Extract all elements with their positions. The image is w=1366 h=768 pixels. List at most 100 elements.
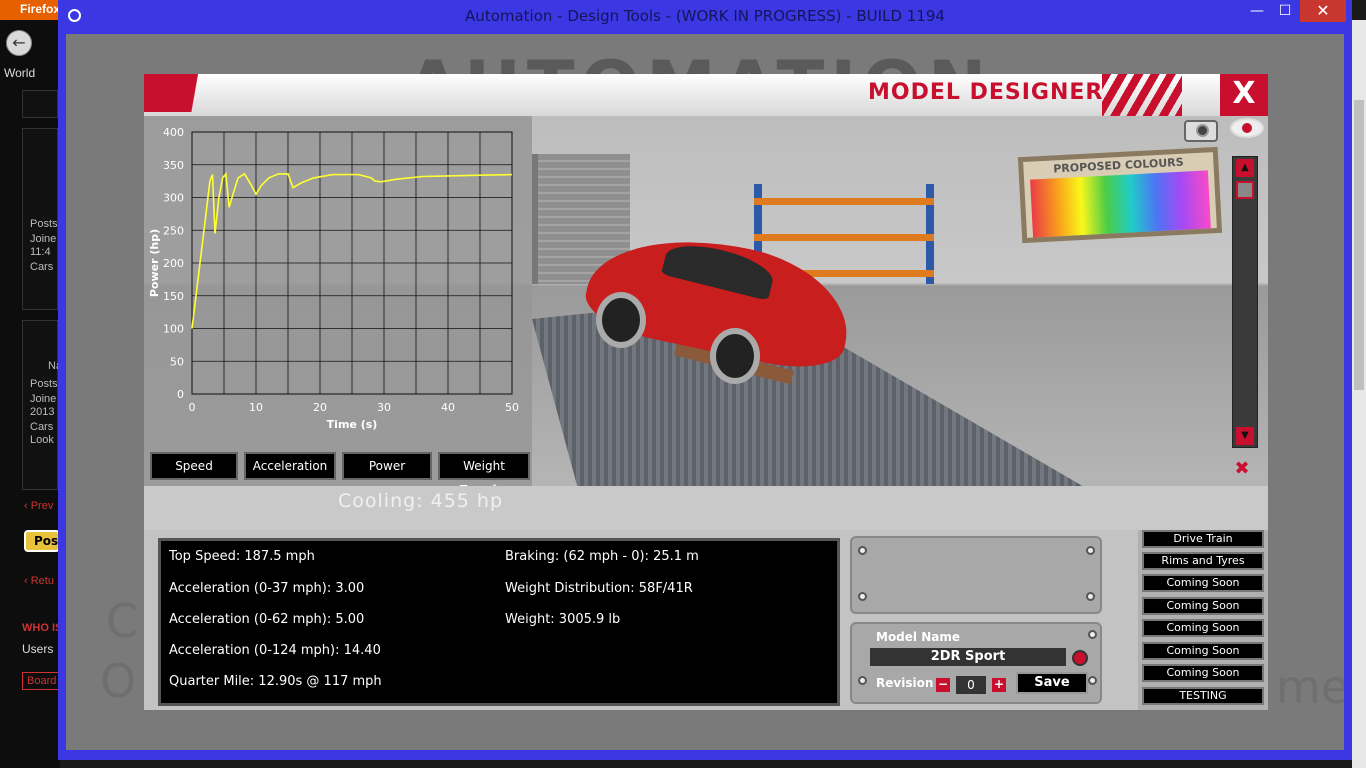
- rivet: [858, 676, 867, 685]
- menu-drive-train[interactable]: Drive Train: [1142, 530, 1264, 548]
- scroll-up-icon[interactable]: ▲: [1236, 159, 1254, 177]
- designer-header: MODEL DESIGNER X: [144, 74, 1268, 116]
- forum-text: Cars: [30, 421, 54, 433]
- firefox-tab[interactable]: Firefox: [0, 0, 60, 20]
- menu-rims-and-tyres[interactable]: Rims and Tyres: [1142, 552, 1264, 570]
- rivet: [1086, 592, 1095, 601]
- menu-coming-soon[interactable]: Coming Soon: [1142, 574, 1264, 592]
- shelf-board: [754, 198, 934, 205]
- forum-panel: [22, 90, 58, 118]
- forum-text: 2013: [30, 406, 55, 418]
- prev-link[interactable]: ‹ Prev: [24, 500, 53, 512]
- power-chart-panel: 0 50 100 150 200 250 300 350 400 0 10 20 30 40 50 Time …: [144, 116, 532, 486]
- board-link[interactable]: Board: [22, 672, 62, 690]
- window-title: Automation - Design Tools - (WORK IN PRO…: [465, 7, 945, 25]
- car-wheel: [710, 328, 760, 384]
- shelf-board: [754, 234, 934, 241]
- return-link[interactable]: ‹ Retu: [24, 575, 54, 587]
- stat-weight: Weight: 3005.9 lb: [505, 612, 621, 627]
- x-tick-label: 0: [189, 401, 196, 414]
- menu-coming-soon[interactable]: Coming Soon: [1142, 597, 1264, 615]
- scroll-down-icon[interactable]: ▼: [1236, 427, 1254, 445]
- chart-tab-weight-transfer[interactable]: Weight Transfer: [438, 452, 530, 486]
- revision-label: Revision: [876, 676, 934, 690]
- header-stripes: [1102, 74, 1182, 116]
- stats-box: Top Speed: 187.5 mph Acceleration (0-37 …: [158, 538, 840, 706]
- bookmark-world[interactable]: World: [4, 66, 35, 80]
- menu-coming-soon[interactable]: Coming Soon: [1142, 619, 1264, 637]
- close-designer-button[interactable]: X: [1220, 74, 1268, 116]
- rivet: [1088, 630, 1097, 639]
- eye-icon[interactable]: [1230, 118, 1264, 138]
- x-tick-label: 40: [441, 401, 455, 414]
- x-tick-label: 10: [249, 401, 263, 414]
- background-text: C: [106, 594, 139, 648]
- maximize-button[interactable]: ☐: [1272, 0, 1298, 22]
- menu-coming-soon[interactable]: Coming Soon: [1142, 664, 1264, 682]
- camera-icon[interactable]: [1184, 120, 1218, 142]
- post-button[interactable]: Post: [24, 530, 64, 552]
- browser-background: Firefox ← World Posts Joine 11:4 Cars Na…: [0, 0, 64, 768]
- chart-tab-acceleration[interactable]: Acceleration: [244, 452, 336, 480]
- app-content: AUTOMATION C O me MODEL DESIGNER X: [66, 34, 1344, 750]
- back-arrow-icon[interactable]: ←: [6, 30, 32, 56]
- y-tick-label: 350: [163, 159, 184, 172]
- stat-braking: Braking: (62 mph - 0): 25.1 m: [505, 549, 699, 564]
- y-tick-label: 150: [163, 290, 184, 303]
- app-window: Automation - Design Tools - (WORK IN PRO…: [58, 0, 1352, 760]
- y-tick-label: 200: [163, 257, 184, 270]
- forum-text: Look: [30, 434, 54, 446]
- forum-text: 11:4: [30, 246, 51, 258]
- rivet: [858, 592, 867, 601]
- background-text: me: [1276, 660, 1344, 714]
- browser-scrollbar-thumb[interactable]: [1354, 100, 1364, 390]
- stat-weight-distribution: Weight Distribution: 58F/41R: [505, 581, 693, 596]
- hide-view-icon[interactable]: ✖: [1226, 458, 1258, 479]
- power-chart: 0 50 100 150 200 250 300 350 400 0 10 20 30 40 50 Time …: [148, 126, 519, 431]
- y-tick-label: 0: [177, 388, 184, 401]
- model-name-field[interactable]: 2DR Sport: [870, 648, 1066, 666]
- menu-coming-soon[interactable]: Coming Soon: [1142, 642, 1264, 660]
- users-label: Users: [22, 642, 54, 656]
- eye-pupil: [1242, 123, 1252, 133]
- car-viewport[interactable]: PROPOSED COLOURS 0 50 100 150 200 250 300 350 40…: [144, 116, 1268, 486]
- model-info-plate: Model Name 2DR Sport Revision − 0 + Save: [850, 622, 1102, 704]
- background-text: O: [100, 654, 137, 708]
- menu-testing[interactable]: TESTING: [1142, 687, 1264, 705]
- forum-text: Joine: [30, 233, 57, 245]
- header-accent: [144, 74, 214, 112]
- forum-text: Joine: [30, 393, 57, 405]
- revision-increment-button[interactable]: +: [992, 678, 1006, 692]
- forum-text: Cars: [30, 261, 54, 273]
- y-tick-label: 400: [163, 126, 184, 139]
- minimize-button[interactable]: —: [1244, 0, 1270, 22]
- stat-top-speed: Top Speed: 187.5 mph: [169, 549, 315, 564]
- colour-swatches: [1030, 170, 1211, 238]
- forum-post-box: [22, 320, 58, 490]
- scroll-thumb[interactable]: [1236, 181, 1254, 199]
- title-bar[interactable]: Automation - Design Tools - (WORK IN PRO…: [58, 0, 1352, 32]
- x-axis-label: Time (s): [327, 418, 378, 431]
- forum-text: Posts: [30, 378, 58, 390]
- rivet: [1086, 546, 1095, 555]
- bottom-panel: Top Speed: 187.5 mph Acceleration (0-37 …: [144, 530, 1268, 710]
- stat-quarter-mile: Quarter Mile: 12.90s @ 117 mph: [169, 674, 382, 689]
- cooling-readout: Cooling: 455 hp: [338, 490, 504, 512]
- revision-decrement-button[interactable]: −: [936, 678, 950, 692]
- view-scrollbar[interactable]: ▲ ▼: [1232, 156, 1258, 448]
- rivet: [858, 546, 867, 555]
- revision-value: 0: [956, 676, 986, 694]
- save-button[interactable]: Save: [1016, 672, 1088, 694]
- camera-lens: [1196, 124, 1209, 137]
- empty-plate: [850, 536, 1102, 614]
- close-window-button[interactable]: ✕: [1300, 0, 1346, 22]
- y-tick-label: 50: [170, 355, 184, 368]
- y-tick-label: 250: [163, 224, 184, 237]
- x-tick-label: 20: [313, 401, 327, 414]
- reset-name-icon[interactable]: [1072, 650, 1088, 666]
- chart-tab-speed[interactable]: Speed: [150, 452, 238, 480]
- rivet: [1088, 676, 1097, 685]
- chart-tab-power[interactable]: Power: [342, 452, 432, 480]
- car-wheel: [596, 292, 646, 348]
- x-tick-label: 50: [505, 401, 519, 414]
